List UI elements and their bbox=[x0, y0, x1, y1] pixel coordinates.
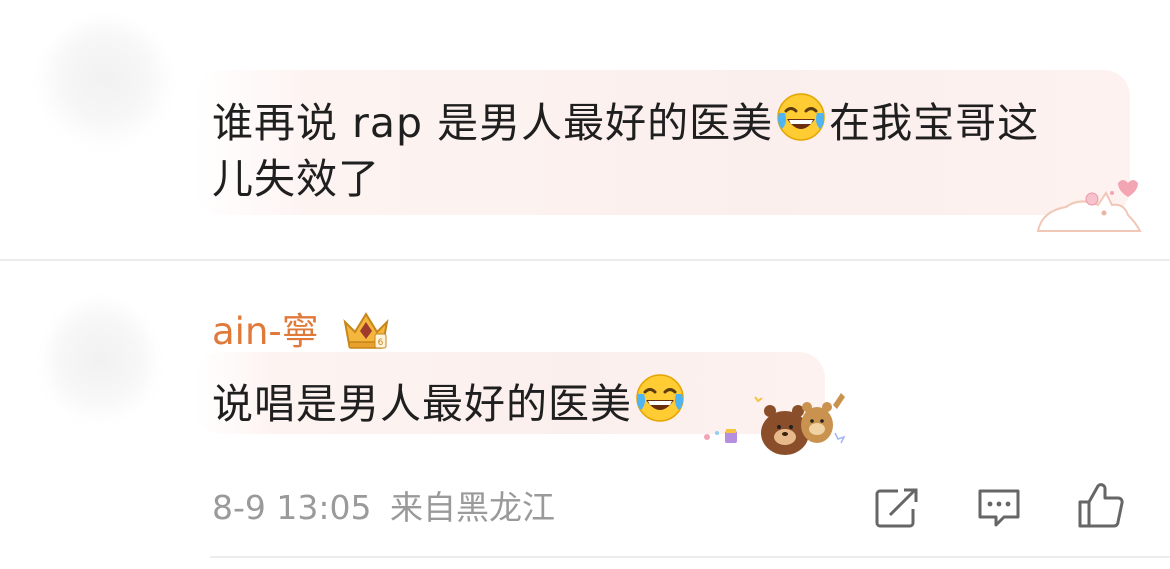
bears-sticker-icon bbox=[704, 393, 846, 455]
reply-text: 说唱是男人最好的医美 bbox=[212, 372, 688, 431]
svg-text:6: 6 bbox=[377, 338, 383, 348]
like-icon bbox=[1078, 483, 1124, 528]
comment-text-line-2: 儿失效了 bbox=[212, 155, 380, 203]
avatar-blurred-reply[interactable] bbox=[45, 300, 155, 430]
reply-username[interactable]: ain-寧 6 bbox=[212, 308, 393, 358]
reply-timestamp: 8-9 13:05 bbox=[212, 488, 372, 527]
divider bbox=[0, 259, 1170, 261]
divider-bottom bbox=[210, 556, 1170, 558]
face-with-tears-of-joy-icon bbox=[634, 372, 686, 431]
share-icon bbox=[875, 488, 918, 528]
comment-icon bbox=[978, 489, 1020, 527]
face-with-tears-of-joy-icon bbox=[775, 91, 827, 150]
reply-location: 来自黑龙江 bbox=[390, 488, 555, 527]
like-button[interactable] bbox=[1076, 482, 1126, 534]
cat-decoration-icon bbox=[1036, 180, 1142, 232]
comment-text-line-1: 谁再说 rap 是男人最好的医美 在我宝哥这 bbox=[212, 91, 1039, 150]
comment-button[interactable] bbox=[976, 487, 1022, 533]
crown-badge-icon: 6 bbox=[339, 308, 393, 358]
share-button[interactable] bbox=[874, 487, 920, 533]
avatar-blurred[interactable] bbox=[40, 20, 170, 150]
